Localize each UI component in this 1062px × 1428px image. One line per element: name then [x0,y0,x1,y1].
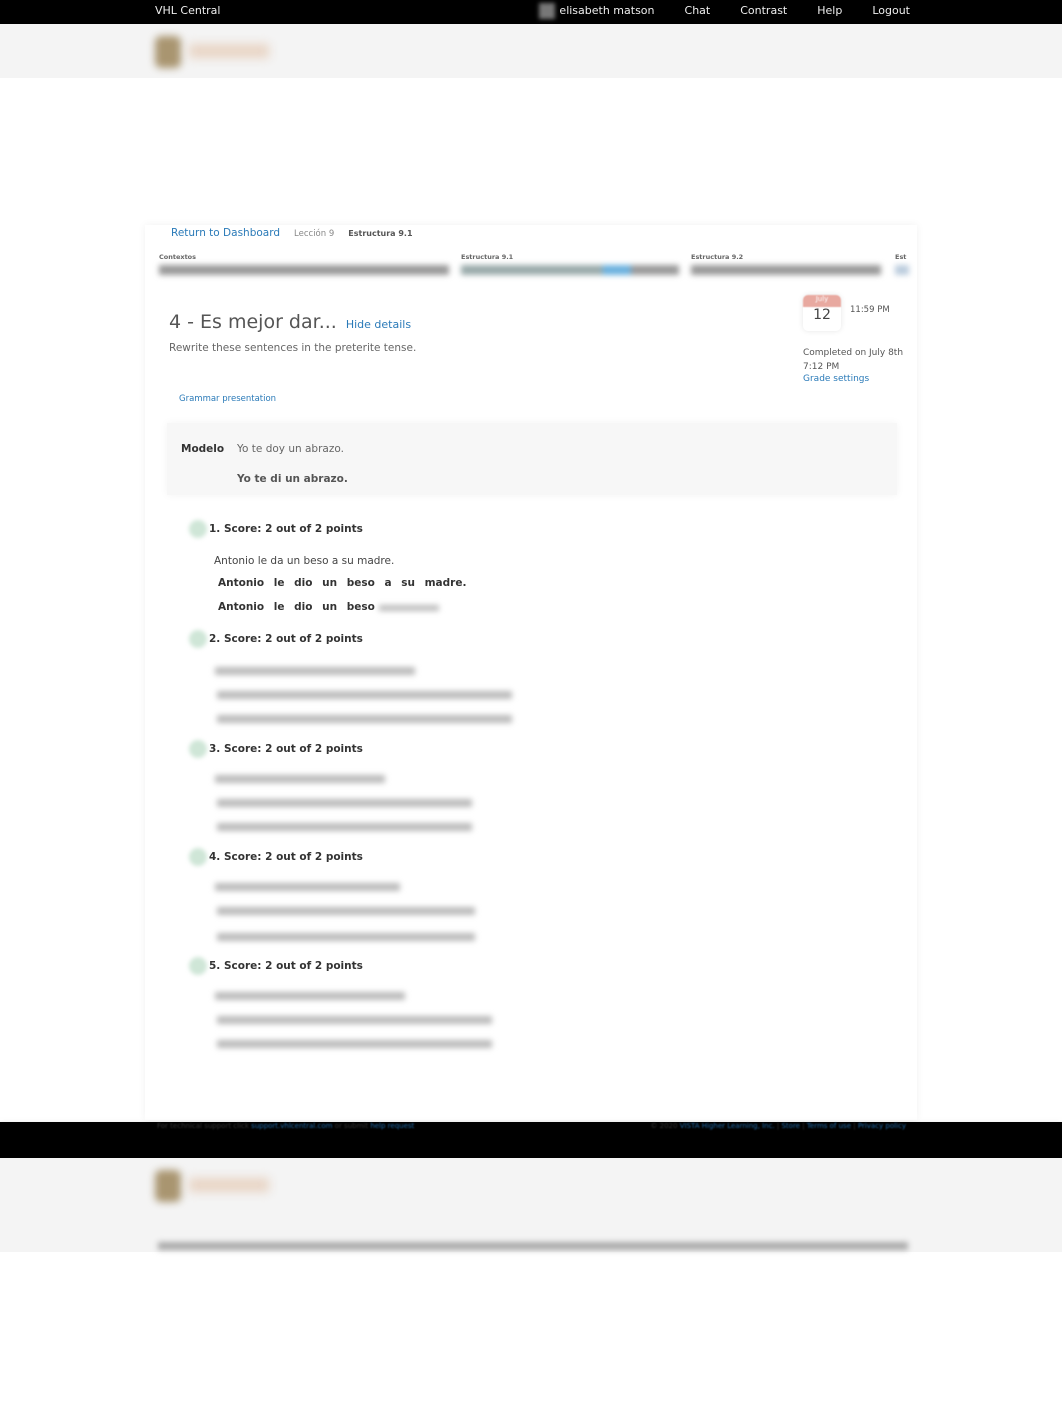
top-navbar: VHL Central elisabeth matson Chat Contra… [0,0,1062,24]
due-date: July 12 11:59 PM Completed on July 8th 7:… [803,295,913,384]
header-band [0,24,1062,78]
grade-settings-link[interactable]: Grade settings [803,374,913,384]
check-icon [189,957,207,975]
section-estructura-9-1[interactable]: Estructura 9.1 [461,253,679,275]
modelo-box: Modelo Yo te doy un abrazo. Yo te di un … [167,423,897,495]
due-time: 11:59 PM [850,305,890,315]
section-contextos[interactable]: Contextos [159,253,449,275]
check-icon [189,630,207,648]
section-estructura-9-2[interactable]: Estructura 9.2 [691,253,881,275]
user-answer: Antonio le dio un beso [218,601,375,613]
section-progress: Contextos Estructura 9.1 Estructura 9.2 … [159,253,909,281]
check-icon [189,520,207,538]
return-to-dashboard-link[interactable]: Return to Dashboard [171,227,280,239]
avatar [539,3,556,19]
breadcrumb-current: Estructura 9.1 [348,229,413,238]
help-link[interactable]: Help [817,4,842,19]
activity-page: Return to Dashboard Lección 9 Estructura… [145,225,917,1120]
store-link[interactable]: Store [781,1122,800,1130]
breadcrumb-lesson[interactable]: Lección 9 [294,229,334,239]
breadcrumb: Return to Dashboard Lección 9 Estructura… [171,227,413,239]
terms-link[interactable]: Terms of use [807,1122,851,1130]
correct-answer: Antonio le dio un beso a su madre. [218,577,467,589]
footer: For technical support click support.vhlc… [0,1122,1062,1158]
check-icon [189,740,207,758]
header-band-duplicate [0,1158,1062,1252]
company-link[interactable]: VISTA Higher Learning, Inc. [680,1122,775,1130]
privacy-link[interactable]: Privacy policy [858,1122,906,1130]
instructions: Rewrite these sentences in the preterite… [169,342,417,354]
activity-title: 4 - Es mejor dar... Hide details [169,311,412,333]
logout-link[interactable]: Logout [872,4,910,19]
grammar-presentation-link[interactable]: Grammar presentation [179,394,276,404]
help-request-link[interactable]: help request [370,1122,414,1130]
completed-status: Completed on July 8th 7:12 PM [803,348,904,372]
calendar-icon: July 12 [803,295,841,331]
section-next[interactable]: Est [895,253,909,275]
contrast-link[interactable]: Contrast [740,4,787,19]
chat-link[interactable]: Chat [685,4,711,19]
logo [155,32,275,72]
user-menu[interactable]: elisabeth matson [559,4,654,19]
brand-link[interactable]: VHL Central [155,4,220,17]
support-link[interactable]: support.vhlcentral.com [251,1122,332,1130]
hide-details-link[interactable]: Hide details [346,318,411,331]
check-icon [189,848,207,866]
logo [155,1166,275,1206]
